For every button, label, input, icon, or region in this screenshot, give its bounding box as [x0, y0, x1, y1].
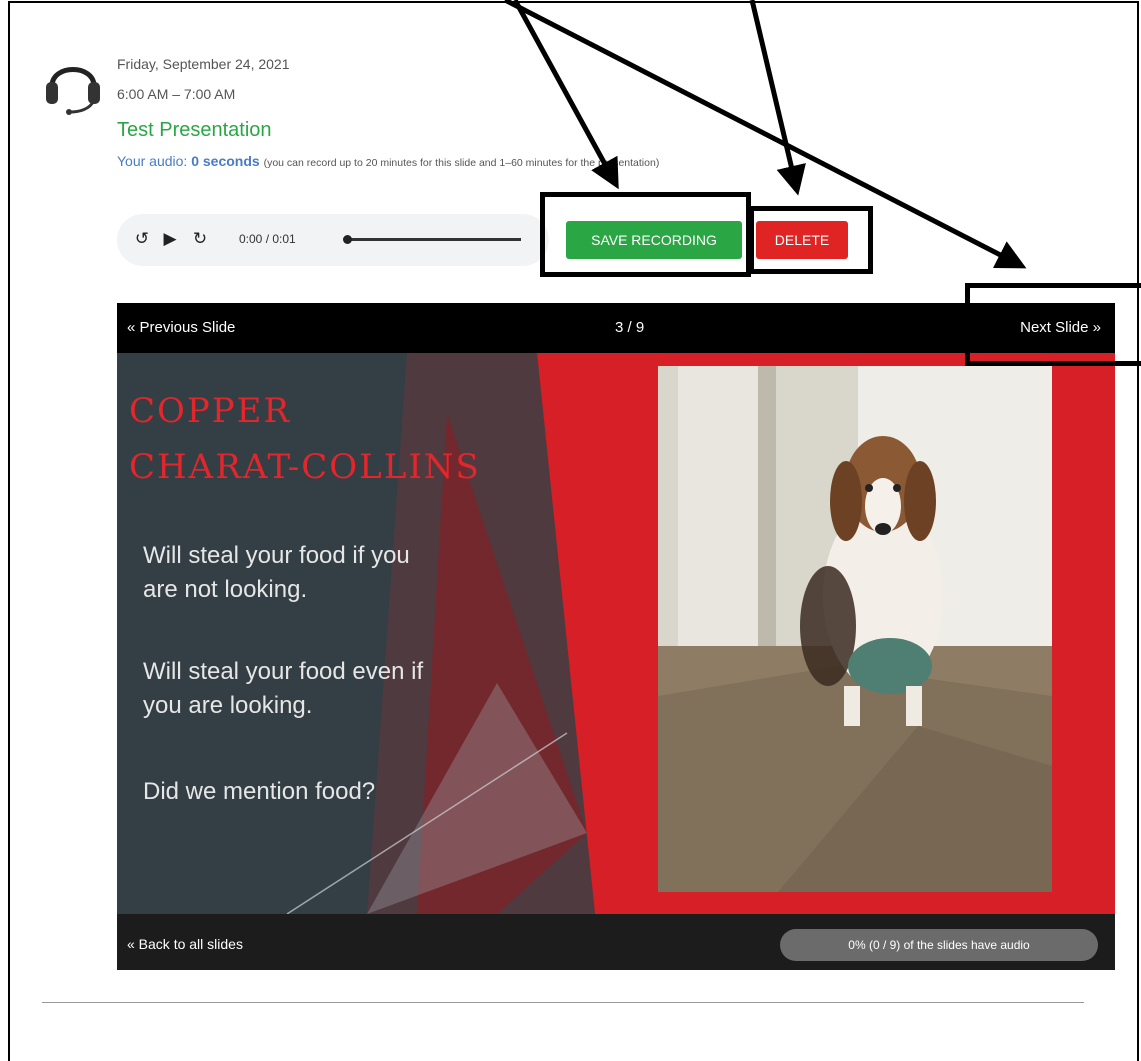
annotation-box-delete [749, 206, 873, 274]
audio-limit-note: (you can record up to 20 minutes for thi… [263, 157, 660, 169]
audio-player: ↺ ▶ ↻ 0:00 / 0:01 [117, 214, 549, 266]
audio-duration: 0 seconds [191, 153, 260, 169]
slide-bullet: Will steal your food if you are not look… [143, 542, 410, 603]
audio-status: Your audio: 0 seconds (you can record up… [117, 153, 659, 169]
slide-counter: 3 / 9 [615, 319, 645, 336]
audio-label: Your audio: [117, 153, 188, 169]
headset-icon [46, 67, 100, 115]
session-time: 6:00 AM – 7:00 AM [117, 86, 236, 102]
player-seek-handle[interactable] [343, 235, 352, 244]
dog-photo [658, 366, 1052, 892]
divider [42, 1002, 1084, 1003]
slide-title: COPPER CHARAT-COLLINS [129, 391, 481, 487]
back-to-all-slides-link[interactable]: « Back to all slides [127, 936, 243, 952]
audio-progress-badge: 0% (0 / 9) of the slides have audio [780, 929, 1098, 961]
rewind-icon[interactable]: ↺ [131, 228, 153, 250]
player-seek-track[interactable] [351, 238, 521, 241]
player-time: 0:00 / 0:01 [239, 232, 296, 246]
slide-bullet: Did we mention food? [143, 778, 376, 805]
annotation-box-next [965, 283, 1141, 366]
slide-image: COPPER CHARAT-COLLINS Will steal your fo… [117, 353, 1115, 914]
slide-bullet: Will steal your food even if you are loo… [143, 658, 424, 719]
previous-slide-link[interactable]: « Previous Slide [127, 319, 235, 336]
session-date: Friday, September 24, 2021 [117, 56, 290, 72]
forward-icon[interactable]: ↻ [189, 228, 211, 250]
play-icon[interactable]: ▶ [159, 228, 181, 250]
presentation-title[interactable]: Test Presentation [117, 119, 272, 142]
annotation-box-save [540, 192, 751, 277]
slide-footer-bar: « Back to all slides 0% (0 / 9) of the s… [117, 914, 1115, 970]
